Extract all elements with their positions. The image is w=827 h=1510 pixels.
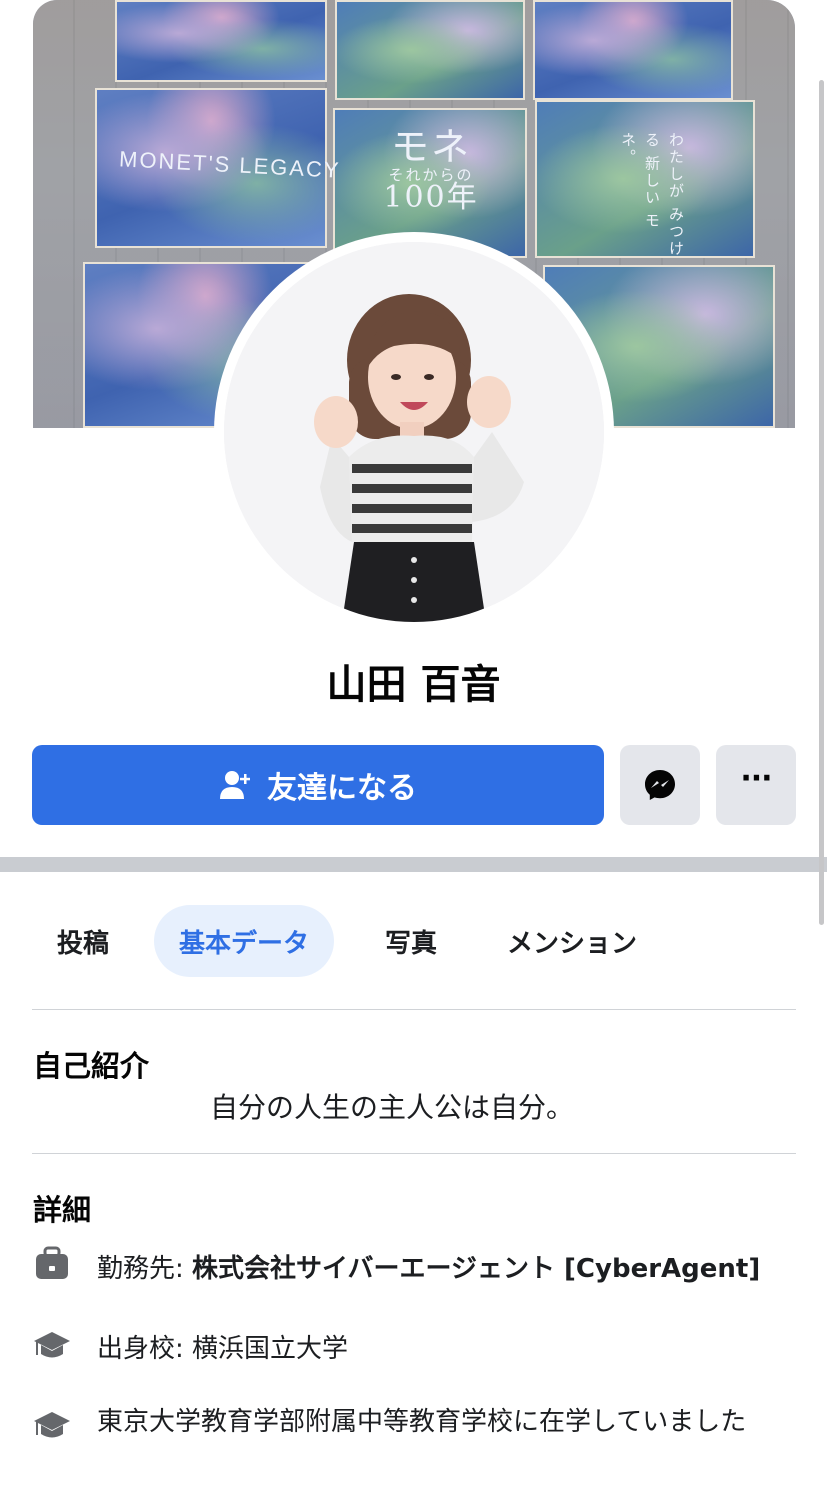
briefcase-icon [36,1246,68,1279]
cover-panel [115,0,327,82]
bio-text: 自分の人生の主人公は自分。 [210,1091,575,1124]
tab-about[interactable]: 基本データ [154,905,335,977]
divider [32,1009,796,1010]
study-detail: 東京大学教育学部附属中等教育学校に在学していました [97,1407,747,1437]
cover-title-line: 100年 [383,180,479,215]
add-friend-button[interactable]: 友達になる [32,745,604,825]
divider [32,1153,796,1154]
add-friend-label: 友達になる [267,771,417,806]
cover-panel [335,0,525,100]
tab-posts[interactable]: 投稿 [57,905,109,977]
cover-panel [533,0,733,100]
work-detail: 勤務先: 株式会社サイバーエージェント [CyberAgent] [97,1248,760,1285]
profile-name: 山田 百音 [326,662,501,708]
add-friend-icon [220,771,250,799]
avatar[interactable] [224,242,604,622]
more-options-button[interactable]: ··· [716,745,796,825]
school-detail: 出身校: 横浜国立大学 [97,1334,349,1364]
avatar-photo [224,242,604,622]
section-divider [0,857,827,872]
messenger-button[interactable] [620,745,700,825]
tab-mentions[interactable]: メンション [507,905,637,977]
cover-title-line: モネ [390,125,471,169]
cover-title: モネ それからの 100年 [383,128,479,213]
intro-title: 自己紹介 [33,1049,150,1083]
graduation-cap-icon [34,1332,70,1358]
cover-vertical-text: わたしが みつける 新しい モネ。 [619,132,684,258]
more-icon: ··· [740,761,772,796]
messenger-icon [645,770,675,800]
work-prefix: 勤務先: [97,1254,193,1284]
scrollbar[interactable] [819,80,824,925]
work-link[interactable]: 株式会社サイバーエージェント [CyberAgent] [192,1254,760,1284]
tab-photos[interactable]: 写真 [385,905,437,977]
graduation-cap-icon [34,1412,70,1438]
details-title: 詳細 [33,1193,92,1227]
